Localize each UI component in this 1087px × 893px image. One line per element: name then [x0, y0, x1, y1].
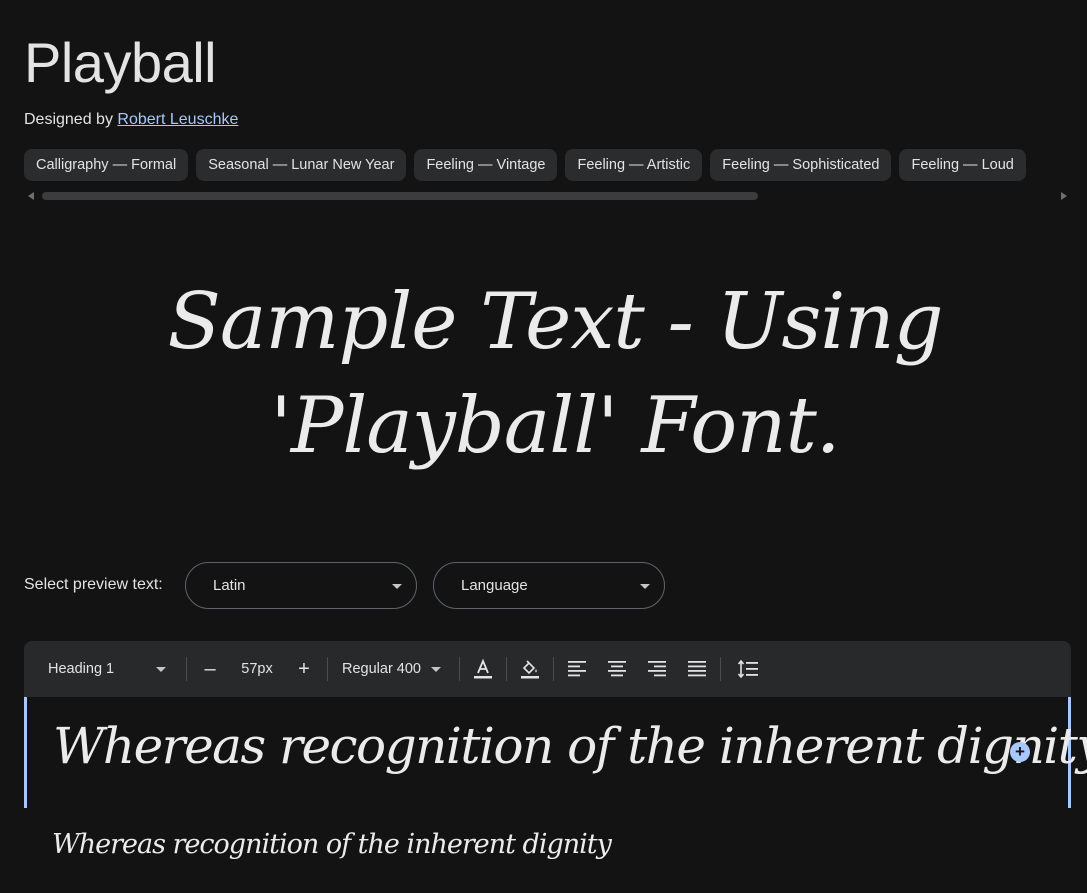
tag-chip[interactable]: Feeling — Loud [899, 149, 1026, 181]
align-left-icon[interactable] [560, 641, 594, 697]
line-height-icon[interactable] [731, 641, 765, 697]
preview-sample-large[interactable]: Whereas recognition of the inherent dign… [53, 717, 1087, 775]
font-weight-value: Regular 400 [342, 661, 421, 677]
align-justify-icon[interactable] [680, 641, 714, 697]
tag-chip[interactable]: Seasonal — Lunar New Year [196, 149, 407, 181]
text-style-select[interactable]: Heading 1 [24, 641, 180, 697]
designer-link[interactable]: Robert Leuschke [117, 111, 238, 128]
scroll-left-icon[interactable] [28, 192, 34, 200]
scroll-right-icon[interactable] [1061, 192, 1067, 200]
toolbar-divider [553, 657, 554, 681]
decrease-size-button[interactable]: – [193, 641, 227, 697]
preview-toolbar: Heading 1 – 57px + Regular 400 [24, 641, 1071, 697]
align-center-icon[interactable] [600, 641, 634, 697]
chevron-down-icon [392, 584, 402, 589]
text-style-value: Heading 1 [48, 661, 115, 677]
tag-chip[interactable]: Feeling — Artistic [565, 149, 703, 181]
tag-scrollbar[interactable] [24, 190, 1071, 202]
font-weight-select[interactable]: Regular 400 [334, 641, 453, 697]
chevron-down-icon [156, 666, 166, 672]
chevron-down-icon [640, 584, 650, 589]
toolbar-divider [459, 657, 460, 681]
toolbar-divider [506, 657, 507, 681]
add-preview-button[interactable]: + [1010, 742, 1030, 762]
chevron-down-icon [431, 666, 441, 672]
toolbar-divider [186, 657, 187, 681]
font-title: Playball [24, 31, 217, 94]
language-select[interactable]: Language [433, 562, 665, 609]
preview-sample-small[interactable]: Whereas recognition of the inherent dign… [52, 829, 612, 860]
tag-chip[interactable]: Feeling — Sophisticated [710, 149, 892, 181]
font-page: Playball Designed by Robert Leuschke Cal… [0, 0, 1087, 893]
scrollbar-thumb[interactable] [42, 192, 758, 200]
script-select[interactable]: Latin [185, 562, 417, 609]
tag-chip[interactable]: Feeling — Vintage [414, 149, 558, 181]
toolbar-divider [720, 657, 721, 681]
align-right-icon[interactable] [640, 641, 674, 697]
script-select-value: Latin [213, 577, 246, 594]
tag-list: Calligraphy — Formal Seasonal — Lunar Ne… [24, 149, 1071, 183]
preview-editor-row[interactable]: Whereas recognition of the inherent dign… [24, 697, 1087, 808]
language-select-value: Language [461, 577, 528, 594]
font-size-value[interactable]: 57px [227, 641, 287, 697]
toolbar-divider [327, 657, 328, 681]
text-color-icon[interactable] [466, 641, 500, 697]
hero-sample-text: Sample Text - Using 'Playball' Font. [167, 277, 943, 471]
increase-size-button[interactable]: + [287, 641, 321, 697]
designer-line: Designed by Robert Leuschke [24, 111, 238, 129]
tag-chip[interactable]: Calligraphy — Formal [24, 149, 189, 181]
highlight-color-icon[interactable] [513, 641, 547, 697]
preview-text-label: Select preview text: [24, 576, 163, 593]
designed-by-label: Designed by [24, 111, 113, 128]
